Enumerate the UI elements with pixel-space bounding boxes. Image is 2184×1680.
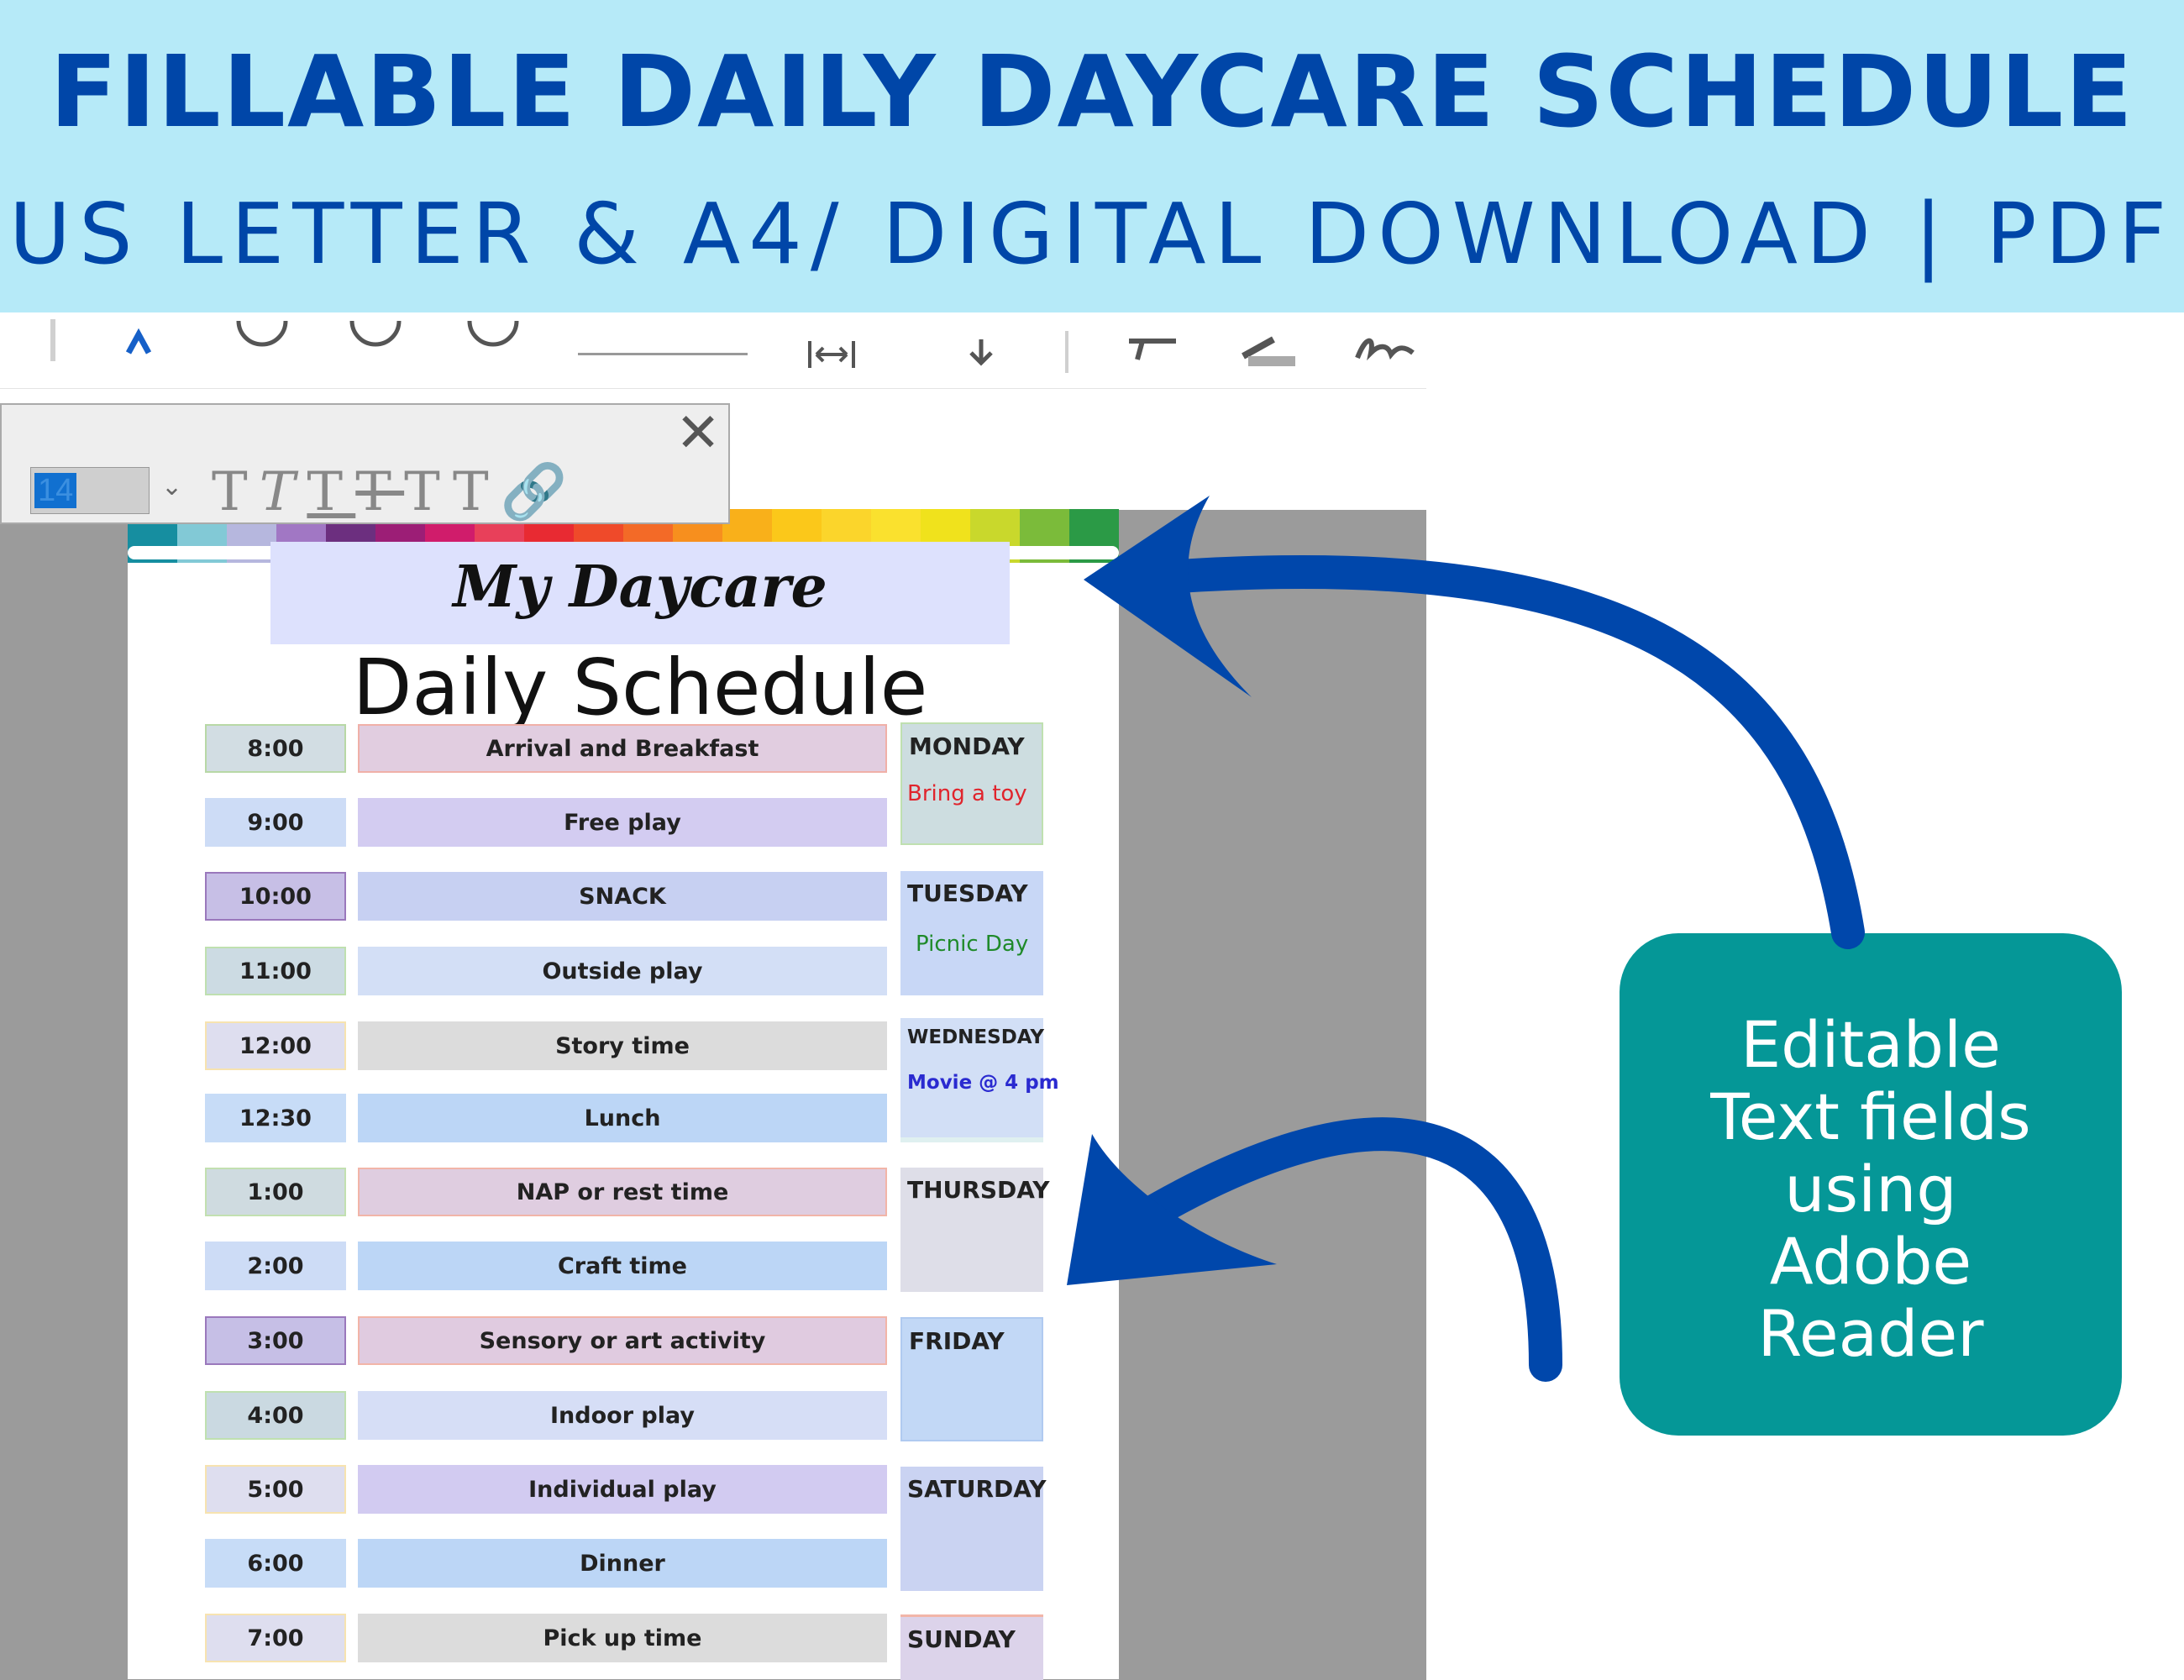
strikethrough-text-icon[interactable]: T: [355, 461, 404, 523]
underline-text-icon[interactable]: T: [307, 461, 355, 523]
close-icon[interactable]: ✕: [673, 407, 723, 460]
subscript-text-icon[interactable]: T: [453, 461, 501, 523]
font-size-field[interactable]: 14: [30, 467, 150, 514]
arrow-to-fields-icon: [1067, 1117, 1562, 1382]
text-format-panel: ✕ 14 ⌄ TTTTTT🔗: [0, 403, 730, 524]
chevron-down-icon[interactable]: ⌄: [161, 472, 182, 501]
bold-text-icon[interactable]: T: [212, 461, 260, 523]
link-icon[interactable]: 🔗: [501, 461, 580, 523]
superscript-text-icon[interactable]: T: [404, 461, 453, 523]
text-style-buttons: TTTTTT🔗: [212, 460, 579, 523]
font-size-value: 14: [34, 473, 77, 508]
arrow-to-header-icon: [1084, 496, 1865, 949]
arrows-overlay: [1067, 496, 1865, 1382]
italic-text-icon[interactable]: T: [260, 461, 307, 523]
